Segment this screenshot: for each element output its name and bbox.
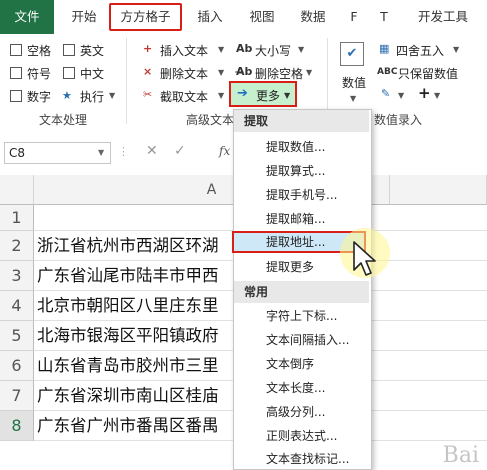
menu-section-common: 常用	[234, 281, 369, 303]
tab-data[interactable]: 数据	[291, 0, 335, 34]
execute-button[interactable]: 执行	[80, 88, 104, 105]
insert-text-button[interactable]: 插入文本	[160, 42, 208, 59]
menu-item-advanced-split[interactable]: 高级分列...	[234, 401, 369, 423]
select-all-corner[interactable]	[0, 175, 34, 205]
checkbox-symbol[interactable]	[10, 67, 22, 79]
checkbox-number-label: 数字	[27, 90, 52, 104]
menu-item-extract-formula[interactable]: 提取算式...	[234, 160, 369, 182]
menu-item-reverse-text[interactable]: 文本倒序	[234, 353, 369, 375]
group-label-number-input: 数值录入	[374, 113, 423, 127]
execute-dropdown-icon[interactable]: ▼	[109, 89, 115, 103]
formula-bar-dots-icon: ⋮	[118, 145, 129, 158]
checkbox-symbol-label: 符号	[27, 67, 52, 81]
more-dropdown-icon: ▼	[284, 91, 291, 100]
tab-developer[interactable]: 开发工具	[408, 0, 478, 34]
checkbox-space-label: 空格	[27, 44, 52, 58]
more-dropdown-menu: 提取 提取数值... 提取算式... 提取手机号... 提取邮箱... 提取地址…	[232, 109, 372, 470]
checkbox-english[interactable]	[63, 44, 75, 56]
extract-text-dropdown-icon[interactable]: ▼	[218, 89, 224, 103]
menu-item-interval-insert[interactable]: 文本间隔插入...	[234, 329, 369, 351]
case-dropdown-icon[interactable]: ▼	[298, 43, 304, 57]
checkbox-english-label: 英文	[80, 44, 105, 58]
case-button[interactable]: 大小写	[255, 42, 291, 59]
tab-t[interactable]: T	[372, 0, 396, 34]
function-icon[interactable]: fx	[219, 144, 230, 158]
delete-space-icon: A̶b	[236, 65, 253, 78]
menu-item-extract-number[interactable]: 提取数值...	[234, 136, 369, 158]
tab-insert[interactable]: 插入	[188, 0, 232, 34]
round-icon: ▦	[379, 42, 390, 55]
ribbon-tab-bar: 文件 开始 方方格子 插入 视图 数据 F T 开发工具	[0, 0, 487, 35]
menu-item-regex[interactable]: 正则表达式...	[234, 425, 369, 447]
cancel-icon[interactable]: ✕	[146, 144, 158, 158]
mouse-pointer-icon	[353, 241, 376, 276]
tab-home[interactable]: 开始	[60, 0, 108, 34]
arrow-right-icon: ➔	[237, 86, 248, 101]
tab-f[interactable]: F	[342, 0, 366, 34]
group-label-advanced-text: 高级文本	[186, 113, 235, 127]
extract-text-icon: ✂	[143, 88, 153, 101]
checkbox-space[interactable]	[10, 44, 22, 56]
row-header[interactable]: 3	[0, 261, 34, 291]
row-header[interactable]: 2	[0, 231, 34, 261]
menu-item-superscript[interactable]: 字符上下标...	[234, 305, 369, 327]
insert-text-icon: +	[143, 42, 153, 55]
value-dropdown-icon[interactable]: ▼	[350, 92, 356, 106]
value-button[interactable]: 数值	[342, 74, 366, 91]
plus-dropdown-icon[interactable]: ▼	[434, 89, 440, 103]
plus-icon[interactable]: +	[418, 86, 431, 101]
menu-item-extract-phone[interactable]: 提取手机号...	[234, 184, 369, 206]
group-divider	[126, 38, 127, 124]
delete-space-button[interactable]: 删除空格	[255, 65, 303, 82]
delete-space-dropdown-icon[interactable]: ▼	[306, 66, 312, 80]
keep-value-button[interactable]: 只保留数值	[398, 65, 458, 82]
case-icon: Ab	[236, 42, 253, 55]
edit-dropdown-icon[interactable]: ▼	[398, 89, 404, 103]
extract-text-button[interactable]: 截取文本	[160, 88, 208, 105]
name-box-dropdown-icon[interactable]: ▼	[98, 146, 104, 160]
delete-text-icon: ×	[143, 65, 153, 78]
insert-text-dropdown-icon[interactable]: ▼	[218, 43, 224, 57]
menu-section-extract: 提取	[234, 110, 369, 132]
delete-text-dropdown-icon[interactable]: ▼	[218, 66, 224, 80]
checkbox-chinese-label: 中文	[80, 67, 105, 81]
confirm-icon[interactable]: ✓	[174, 144, 186, 158]
row-header[interactable]: 1	[0, 205, 34, 231]
execute-icon: ★	[62, 89, 72, 102]
tab-file[interactable]: 文件	[0, 0, 54, 34]
watermark: Bai	[442, 443, 479, 468]
group-label-text-processing: 文本处理	[39, 113, 88, 127]
row-header[interactable]: 4	[0, 291, 34, 321]
column-header-b[interactable]	[390, 175, 487, 205]
more-button-label: 更多	[256, 89, 281, 103]
row-header[interactable]: 5	[0, 321, 34, 351]
round-dropdown-icon[interactable]: ▼	[453, 43, 459, 57]
row-header[interactable]: 6	[0, 351, 34, 381]
menu-item-extract-email[interactable]: 提取邮箱...	[234, 208, 369, 230]
checkbox-chinese[interactable]	[63, 67, 75, 79]
row-header[interactable]: 8	[0, 411, 34, 441]
tab-view[interactable]: 视图	[240, 0, 284, 34]
keep-value-icon: ABC	[377, 67, 398, 77]
edit-icon[interactable]: ✎	[381, 87, 390, 101]
round-button[interactable]: 四舍五入	[396, 42, 444, 59]
row-header[interactable]: 7	[0, 381, 34, 411]
menu-item-text-length[interactable]: 文本长度...	[234, 377, 369, 399]
delete-text-button[interactable]: 删除文本	[160, 65, 208, 82]
value-icon: ✔	[340, 42, 364, 66]
name-box[interactable]: C8	[4, 142, 111, 164]
more-button[interactable]: ➔ 更多 ▼	[229, 81, 297, 107]
tab-fangfang[interactable]: 方方格子	[109, 3, 182, 31]
checkbox-number[interactable]	[10, 90, 22, 102]
menu-item-find-mark[interactable]: 文本查找标记...	[234, 449, 369, 467]
